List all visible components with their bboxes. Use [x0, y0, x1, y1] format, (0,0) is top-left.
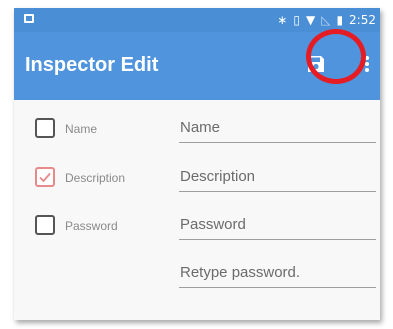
status-time: 2:52 — [349, 13, 376, 27]
no-signal-icon: ◺ — [321, 13, 331, 27]
more-options-button[interactable] — [358, 46, 376, 82]
form-row-description: Description Description — [14, 153, 380, 201]
checkmark-icon — [39, 172, 51, 183]
app-screen: ∗ ▯ ▼ ◺ ▮ 2:52 Inspector Edit Name Name … — [14, 8, 380, 320]
battery-icon: ▮ — [336, 13, 344, 27]
name-checkbox[interactable] — [35, 118, 55, 138]
save-icon — [308, 56, 324, 72]
name-field[interactable]: Name — [179, 112, 376, 143]
status-bar: ∗ ▯ ▼ ◺ ▮ 2:52 — [14, 8, 380, 32]
description-label: Description — [65, 171, 126, 185]
retype-password-placeholder: Retype password. — [180, 264, 301, 281]
password-field-placeholder: Password — [180, 216, 246, 233]
description-field-placeholder: Description — [180, 168, 256, 185]
status-icons: ∗ ▯ ▼ ◺ ▮ 2:52 — [277, 10, 376, 30]
page-title: Inspector Edit — [25, 54, 159, 76]
password-label: Password — [65, 219, 118, 233]
name-field-placeholder: Name — [180, 119, 221, 136]
app-toolbar: Inspector Edit — [14, 32, 380, 100]
name-label: Name — [65, 122, 98, 136]
password-checkbox[interactable] — [35, 215, 55, 235]
password-field[interactable]: Password — [179, 209, 376, 240]
bluetooth-icon: ∗ — [277, 13, 288, 27]
notification-icon — [24, 14, 34, 23]
save-button[interactable] — [296, 44, 336, 84]
vibrate-icon: ▯ — [293, 13, 300, 27]
description-field[interactable]: Description — [179, 161, 376, 192]
retype-password-field[interactable]: Retype password. — [179, 257, 376, 288]
wifi-icon: ▼ — [305, 13, 316, 27]
more-vertical-icon — [365, 56, 369, 72]
form-row-name: Name Name — [14, 104, 380, 152]
form-row-retype: Retype password. — [14, 249, 380, 297]
form-row-password: Password Password — [14, 201, 380, 249]
description-checkbox[interactable] — [35, 167, 55, 187]
